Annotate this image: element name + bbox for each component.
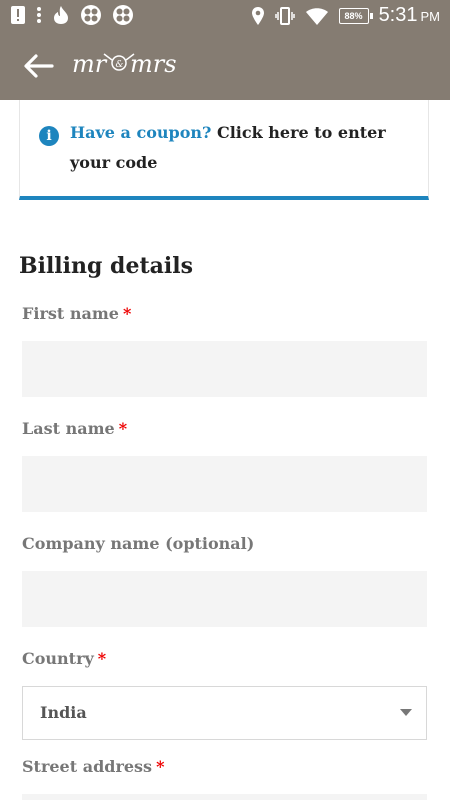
required-marker: *	[118, 419, 128, 438]
required-marker: *	[97, 649, 107, 668]
required-marker: *	[122, 304, 132, 323]
svg-text:&: &	[116, 60, 124, 70]
clock: 5:31 PM	[379, 4, 440, 27]
clock-time: 5:31	[378, 4, 418, 26]
status-bar: 88% 5:31 PM	[0, 0, 450, 32]
coupon-notice: i Have a coupon? Click here to enter you…	[19, 100, 429, 200]
company-name-label-text: Company name (optional)	[22, 534, 255, 553]
app-header: 88% 5:31 PM mr & mrs	[0, 0, 450, 100]
tinder-flame-icon	[52, 5, 70, 25]
country-label: Country *	[22, 649, 106, 668]
overflow-dots-icon	[36, 5, 42, 25]
country-value: India	[40, 703, 87, 722]
first-name-label: First name *	[22, 304, 131, 323]
app-logo[interactable]: mr & mrs	[72, 46, 192, 80]
app-bar: mr & mrs	[0, 32, 450, 100]
company-name-label: Company name (optional)	[22, 534, 254, 553]
last-name-label: Last name *	[22, 419, 127, 438]
street-address-label-text: Street address	[22, 757, 153, 776]
info-icon: i	[39, 126, 59, 146]
street-address-label: Street address *	[22, 757, 164, 776]
grid-app-icon	[112, 4, 134, 26]
location-icon	[251, 6, 265, 26]
first-name-label-text: First name	[22, 304, 119, 323]
country-label-text: Country	[22, 649, 94, 668]
wifi-icon	[305, 6, 329, 26]
country-select[interactable]: India	[22, 686, 427, 740]
required-marker: *	[156, 757, 165, 776]
coupon-message: Have a coupon? Click here to enter your …	[70, 118, 410, 178]
back-arrow-icon[interactable]	[22, 52, 56, 80]
coupon-prompt: Have a coupon?	[70, 123, 212, 142]
vibrate-icon	[274, 6, 295, 26]
first-name-field[interactable]	[22, 341, 427, 397]
alert-icon	[10, 5, 26, 25]
battery-icon: 88%	[338, 7, 373, 24]
last-name-field[interactable]	[22, 456, 427, 512]
last-name-label-text: Last name	[22, 419, 115, 438]
billing-title: Billing details	[19, 253, 193, 279]
grid-app-icon	[80, 4, 102, 26]
company-name-field[interactable]	[22, 571, 427, 627]
svg-text:mr: mr	[72, 50, 108, 78]
svg-text:mrs: mrs	[130, 50, 177, 78]
chevron-down-icon	[400, 709, 412, 716]
street-address-field[interactable]	[22, 794, 427, 800]
clock-meridiem: PM	[420, 9, 441, 24]
